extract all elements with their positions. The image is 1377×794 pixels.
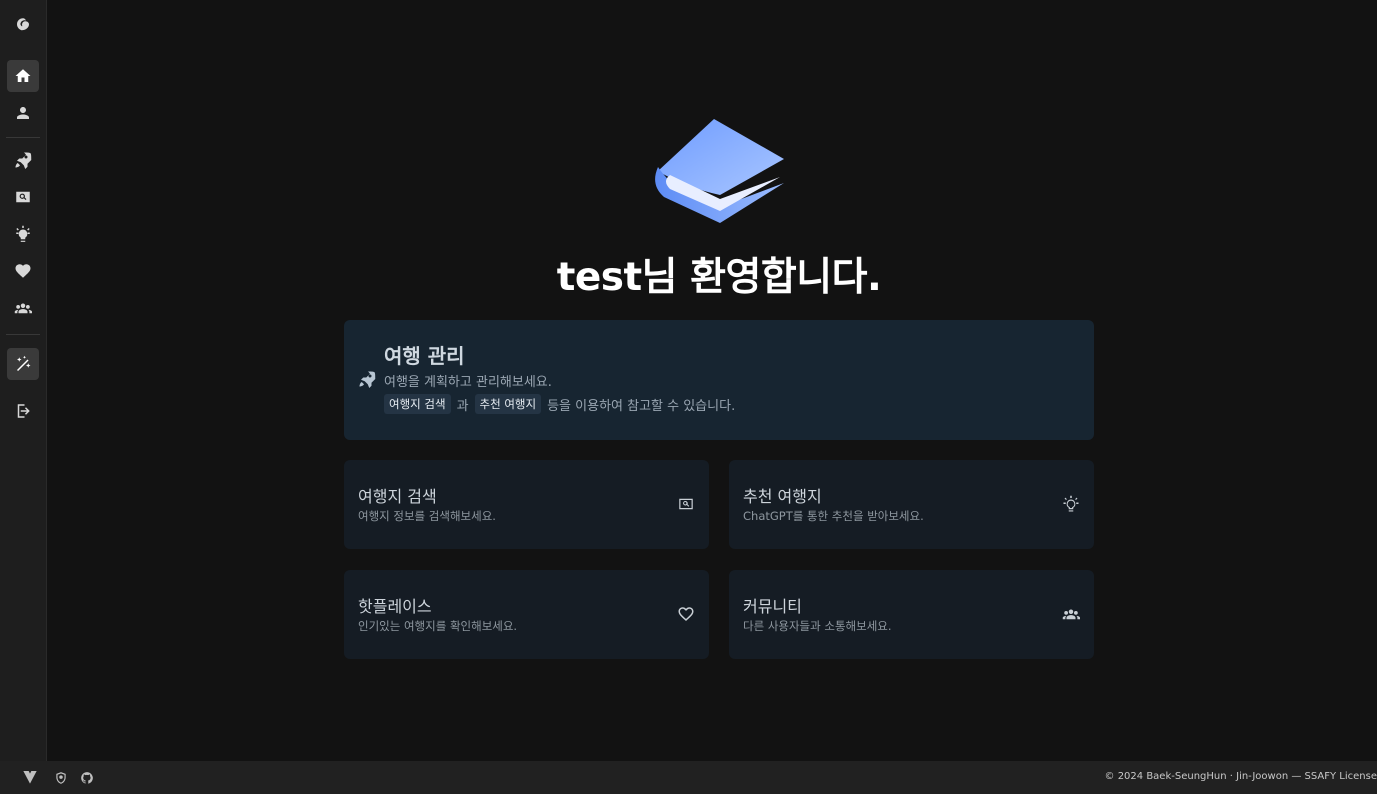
chip-recommended: 추천 여행지	[474, 394, 542, 414]
logout-icon[interactable]	[7, 395, 39, 427]
shield-icon[interactable]	[54, 770, 68, 784]
chip-destination-search: 여행지 검색	[384, 394, 451, 414]
group-icon	[1062, 605, 1080, 623]
card-subtitle: 여행지 정보를 검색해보세요.	[358, 509, 496, 523]
card-subtitle: 다른 사용자들과 소통해보세요.	[743, 619, 892, 633]
card-description: 여행을 계획하고 관리해보세요.	[384, 375, 552, 390]
search-box-icon[interactable]	[7, 181, 39, 213]
recommended-destination-card[interactable]: 추천 여행지 ChatGPT를 통한 추천을 받아보세요.	[729, 460, 1094, 549]
rocket-icon	[358, 370, 376, 388]
copyright-text: © 2024 Baek-SeungHun · Jin-Joowon — SSAF…	[1104, 771, 1377, 782]
card-hint: 여행지 검색 과 추천 여행지 등을 이용하여 참고할 수 있습니다.	[384, 394, 741, 414]
magic-wand-icon[interactable]	[7, 348, 39, 380]
destination-search-card[interactable]: 여행지 검색 여행지 정보를 검색해보세요.	[344, 460, 709, 549]
trip-management-card[interactable]: 여행 관리 여행을 계획하고 관리해보세요. 여행지 검색 과 추천 여행지 등…	[344, 320, 1094, 440]
home-icon[interactable]	[7, 60, 39, 92]
user-icon[interactable]	[7, 97, 39, 129]
community-card[interactable]: 커뮤니티 다른 사용자들과 소통해보세요.	[729, 570, 1094, 659]
lightbulb-icon[interactable]	[7, 218, 39, 250]
group-icon[interactable]	[7, 292, 39, 324]
lightbulb-icon	[1062, 495, 1080, 513]
card-title: 여행 관리	[384, 344, 465, 368]
app-logo-icon[interactable]	[7, 9, 39, 41]
github-icon[interactable]	[80, 770, 94, 784]
card-title: 추천 여행지	[743, 487, 822, 506]
heart-outline-icon	[677, 605, 695, 623]
footer: © 2024 Baek-SeungHun · Jin-Joowon — SSAF…	[0, 761, 1377, 794]
rail-divider	[6, 137, 40, 138]
suffix-text: 등을 이용하여 참고할 수 있습니다.	[547, 398, 736, 414]
rocket-icon[interactable]	[7, 144, 39, 176]
card-subtitle: ChatGPT를 통한 추천을 받아보세요.	[743, 509, 924, 523]
heart-icon[interactable]	[7, 255, 39, 287]
hotplace-card[interactable]: 핫플레이스 인기있는 여행지를 확인해보세요.	[344, 570, 709, 659]
card-title: 여행지 검색	[358, 487, 437, 506]
welcome-heading: test님 환영합니다.	[556, 255, 882, 300]
card-title: 커뮤니티	[743, 597, 802, 616]
navigation-rail	[0, 0, 47, 761]
book-logo-icon	[650, 115, 790, 227]
rail-divider	[6, 334, 40, 335]
card-subtitle: 인기있는 여행지를 확인해보세요.	[358, 619, 518, 633]
search-box-icon	[677, 495, 695, 513]
card-title: 핫플레이스	[358, 597, 432, 616]
vuetify-icon[interactable]	[22, 769, 38, 785]
connector-text: 과	[456, 398, 469, 414]
